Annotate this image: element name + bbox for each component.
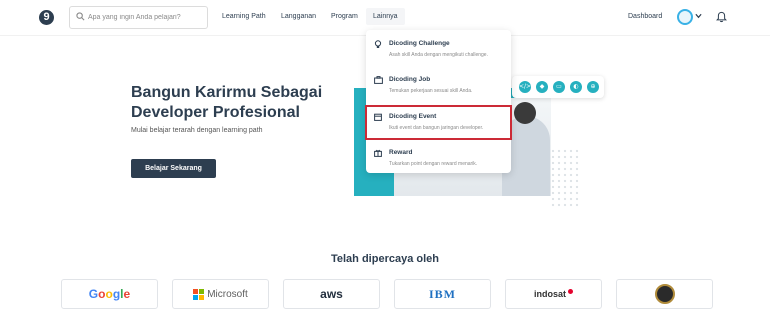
google-logo: Google — [88, 287, 131, 301]
tech-icons-card: </> ◆ ▭ ◐ ⊕ — [512, 76, 604, 98]
microsoft-wordmark: Microsoft — [207, 288, 248, 300]
trusted-by-title: Telah dipercaya oleh — [330, 253, 439, 265]
partner-logo-indosat: indosat — [505, 279, 602, 309]
chevron-down-icon[interactable] — [695, 13, 702, 19]
nav-dashboard[interactable]: Dashboard — [628, 13, 662, 20]
partner-logo-google: Google — [61, 279, 158, 309]
globe-icon: ⊕ — [587, 81, 599, 93]
menu-item-reward[interactable]: Reward Tukarkan point dengan reward mena… — [366, 142, 511, 172]
indosat-wordmark: indosat — [533, 289, 566, 299]
bell-icon[interactable] — [716, 11, 727, 23]
search-input[interactable] — [88, 10, 202, 25]
vr-icon: ▭ — [553, 81, 565, 93]
nav-langganan[interactable]: Langganan — [281, 13, 316, 20]
partner-logo-aws: aws — [283, 279, 380, 309]
calendar-icon — [374, 113, 382, 121]
menu-item-description: Ikuti event dan bangun jaringan develope… — [389, 125, 484, 131]
hero-title-line2: Developer Profesional — [131, 104, 300, 121]
government-seal-logo — [617, 280, 712, 308]
cube-icon: ◆ — [536, 81, 548, 93]
nav-learning-path[interactable]: Learning Path — [222, 13, 266, 20]
bulb-icon — [374, 40, 382, 48]
nav-program[interactable]: Program — [331, 13, 358, 20]
ibm-logo: IBM — [429, 286, 456, 301]
aws-logo: aws — [320, 287, 343, 301]
menu-item-description: Tukarkan point dengan reward menarik. — [389, 161, 478, 167]
indosat-dot-icon — [568, 288, 573, 294]
menu-item-dicoding-job[interactable]: Dicoding Job Temukan pekerjaan sesuai sk… — [366, 69, 511, 99]
dicoding-logo[interactable]: 9 — [39, 10, 54, 25]
search-box[interactable] — [69, 6, 208, 29]
code-icon: </> — [519, 81, 531, 93]
hero-subtitle: Mulai belajar terarah dengan learning pa… — [131, 127, 263, 134]
lainnya-dropdown-menu: Dicoding Challenge Asah skill Anda denga… — [365, 30, 512, 173]
briefcase-icon — [374, 76, 383, 84]
start-learning-button[interactable]: Belajar Sekarang — [131, 159, 216, 178]
microsoft-logo: Microsoft — [173, 280, 268, 308]
partner-logo-microsoft: Microsoft — [172, 279, 269, 309]
seal-icon — [654, 284, 675, 304]
menu-item-title: Reward — [389, 149, 413, 156]
menu-item-title: Dicoding Event — [389, 113, 437, 120]
hero-person-head — [514, 102, 536, 124]
user-avatar[interactable] — [677, 9, 693, 25]
menu-item-description: Temukan pekerjaan sesuai skill Anda. — [389, 88, 473, 94]
indosat-logo: indosat — [506, 280, 601, 308]
dot-pattern — [550, 148, 580, 208]
menu-item-dicoding-event[interactable]: Dicoding Event Ikuti event dan bangun ja… — [365, 105, 512, 140]
search-icon — [76, 12, 85, 21]
menu-item-title: Dicoding Job — [389, 76, 431, 83]
hero-title-line1: Bangun Karirmu Sebagai — [131, 84, 323, 101]
menu-item-description: Asah skill Anda dengan mengikuti challen… — [389, 52, 488, 58]
hero-title: Bangun Karirmu Sebagai Developer Profesi… — [131, 83, 322, 123]
menu-item-dicoding-challenge[interactable]: Dicoding Challenge Asah skill Anda denga… — [366, 33, 511, 63]
gift-icon — [374, 149, 382, 157]
menu-item-title: Dicoding Challenge — [389, 40, 450, 47]
partner-logo-ibm: IBM — [394, 279, 491, 309]
microsoft-squares-icon — [193, 288, 205, 300]
android-icon: ◐ — [570, 81, 582, 93]
nav-lainnya[interactable]: Lainnya — [366, 8, 405, 25]
partner-logo-government — [616, 279, 713, 309]
